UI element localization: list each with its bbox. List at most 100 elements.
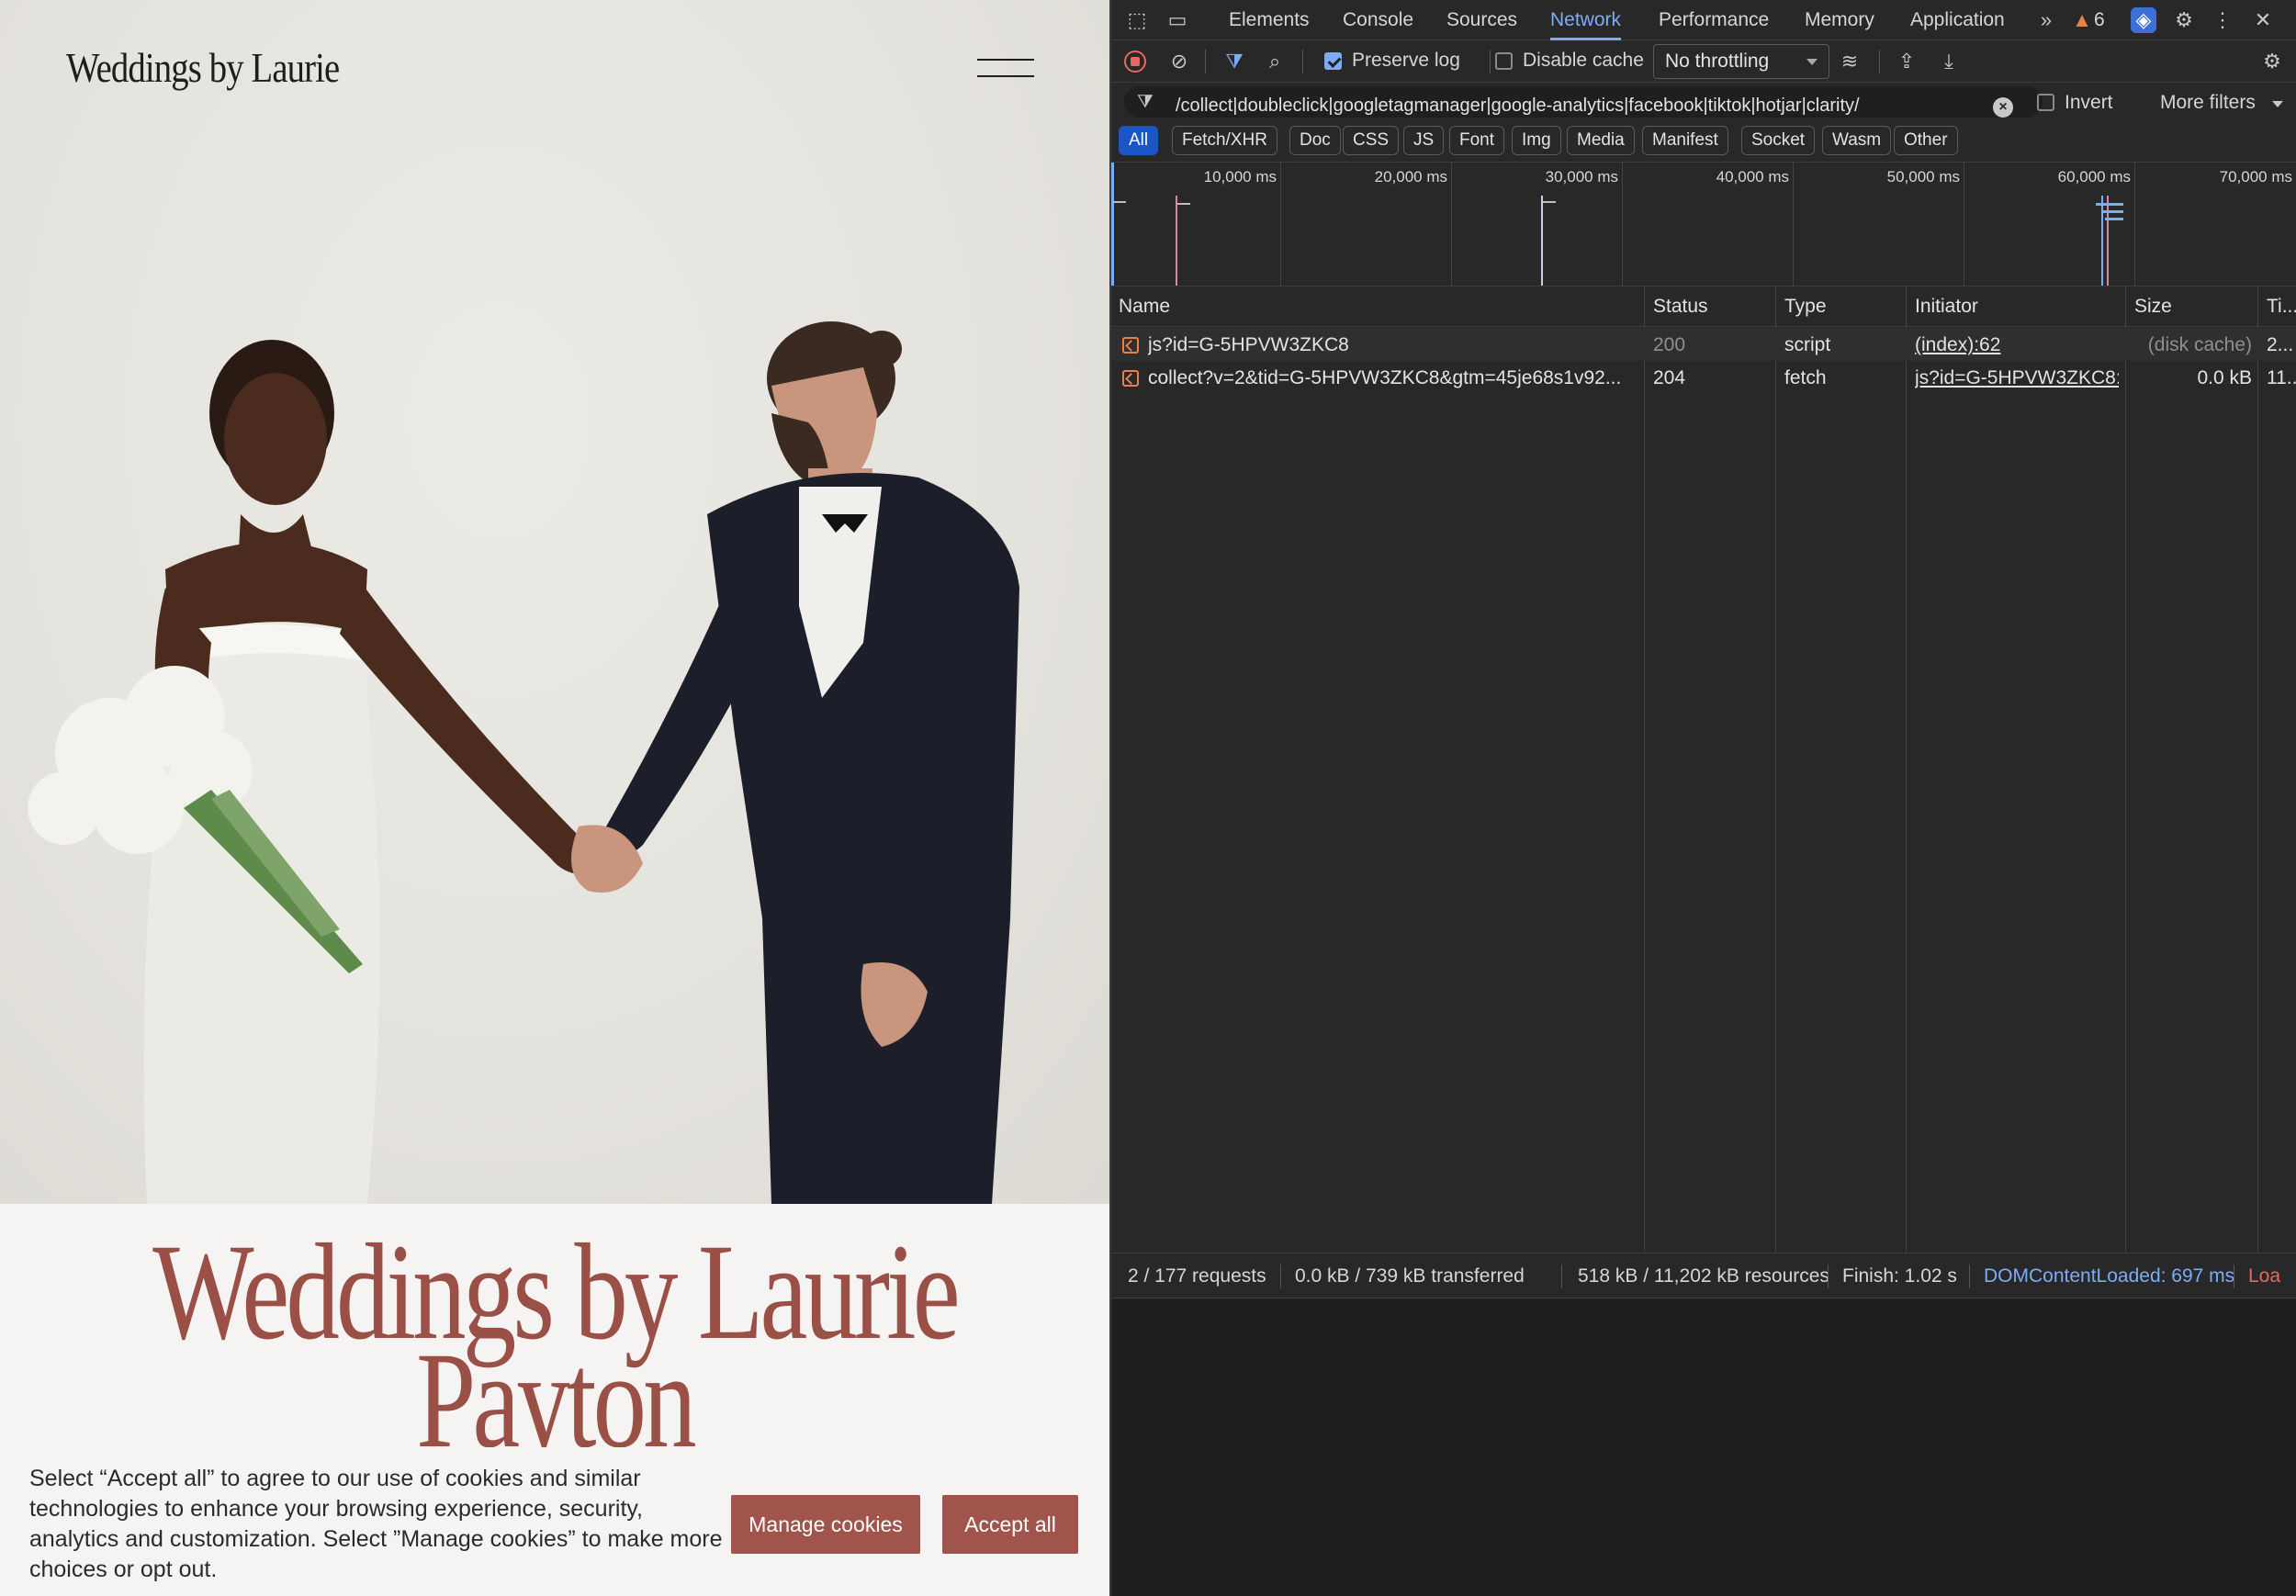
- timeline-request-bar: [2101, 210, 2123, 213]
- devtools-tabbar: ⬚ ▭ Elements Console Sources Network Per…: [1111, 0, 2296, 40]
- column-status[interactable]: Status: [1653, 296, 1708, 318]
- table-row[interactable]: js?id=G-5HPVW3ZKC8 200 script (index):62…: [1111, 328, 2296, 361]
- clear-filter-icon[interactable]: ×: [1993, 97, 2013, 118]
- finish-time: Finish: 1.02 s: [1842, 1265, 1957, 1287]
- close-icon[interactable]: ✕: [2250, 7, 2276, 33]
- request-type: script: [1784, 334, 1831, 355]
- accept-all-button[interactable]: Accept all: [942, 1495, 1078, 1554]
- cookie-banner: Select “Accept all” to agree to our use …: [0, 1447, 1109, 1596]
- request-status: 204: [1653, 367, 1686, 388]
- type-filter-css[interactable]: CSS: [1343, 126, 1400, 155]
- import-har-icon[interactable]: ⇪: [1894, 49, 1919, 74]
- filter-funnel-icon[interactable]: ⧩: [1221, 49, 1247, 74]
- preserve-log-checkbox[interactable]: [1324, 52, 1342, 70]
- transferred-size: 0.0 kB / 739 kB transferred: [1295, 1265, 1525, 1287]
- tab-console[interactable]: Console: [1343, 0, 1413, 40]
- table-row[interactable]: collect?v=2&tid=G-5HPVW3ZKC8&gtm=45je68s…: [1111, 361, 2296, 394]
- tab-memory[interactable]: Memory: [1805, 0, 1874, 40]
- request-type: fetch: [1784, 367, 1827, 388]
- site-logo[interactable]: Weddings by Laurie: [66, 44, 340, 92]
- tab-performance[interactable]: Performance: [1659, 0, 1769, 40]
- request-name: collect?v=2&tid=G-5HPVW3ZKC8&gtm=45je68s…: [1148, 367, 1622, 388]
- request-name: js?id=G-5HPVW3ZKC8: [1148, 334, 1349, 355]
- network-status-bar: 2 / 177 requests 0.0 kB / 739 kB transfe…: [1111, 1253, 2296, 1298]
- type-filter-socket[interactable]: Socket: [1741, 126, 1816, 155]
- column-initiator[interactable]: Initiator: [1915, 296, 1978, 318]
- manage-cookies-button[interactable]: Manage cookies: [731, 1495, 920, 1554]
- inspect-element-icon[interactable]: ⬚: [1124, 7, 1150, 33]
- search-icon[interactable]: ⌕: [1262, 49, 1288, 74]
- filter-row: ⧩ /collect|doubleclick|googletagmanager|…: [1111, 83, 2296, 123]
- preserve-log-label: Preserve log: [1352, 50, 1460, 71]
- column-size[interactable]: Size: [2134, 296, 2172, 318]
- invert-checkbox[interactable]: [2037, 94, 2054, 111]
- timeline-marker: [2101, 196, 2103, 286]
- record-stop-icon[interactable]: [1124, 51, 1146, 73]
- device-toolbar-icon[interactable]: ▭: [1165, 7, 1190, 33]
- hamburger-menu-button[interactable]: [977, 57, 1034, 81]
- timeline-tick-label: 40,000 ms: [1716, 168, 1789, 185]
- warning-icon[interactable]: ▲: [2072, 7, 2092, 33]
- more-tabs-chevron-icon[interactable]: »: [2033, 7, 2059, 33]
- menu-line-icon: [977, 59, 1034, 61]
- tab-elements[interactable]: Elements: [1229, 0, 1310, 40]
- type-filter-js[interactable]: JS: [1403, 126, 1445, 155]
- timeline-tick-label: 30,000 ms: [1545, 168, 1618, 185]
- devtools-empty-area: [1111, 1298, 2296, 1596]
- type-filter-img[interactable]: Img: [1512, 126, 1561, 155]
- type-filter-wasm[interactable]: Wasm: [1822, 126, 1892, 155]
- script-file-icon: [1122, 337, 1139, 354]
- type-filter-manifest[interactable]: Manifest: [1642, 126, 1728, 155]
- devtools-panel: ⬚ ▭ Elements Console Sources Network Per…: [1109, 0, 2296, 1596]
- filter-value: /collect|doubleclick|googletagmanager|go…: [1176, 96, 1860, 116]
- network-settings-icon[interactable]: ⚙: [2259, 49, 2285, 74]
- bride-figure: [28, 340, 606, 1204]
- request-initiator-link[interactable]: (index):62: [1915, 334, 2119, 356]
- tab-sources[interactable]: Sources: [1446, 0, 1517, 40]
- tab-network[interactable]: Network: [1550, 0, 1622, 40]
- request-time: 11...: [2267, 367, 2296, 388]
- column-time[interactable]: Ti...: [2267, 296, 2296, 318]
- groom-figure: [571, 321, 1019, 1204]
- load-time: Loa: [2248, 1265, 2281, 1287]
- hero-headline: Weddings by Laurie Payton: [0, 1223, 1109, 1469]
- type-filter-other[interactable]: Other: [1894, 126, 1958, 155]
- type-filter-all[interactable]: All: [1119, 126, 1159, 155]
- export-har-icon[interactable]: ⤓: [1936, 49, 1962, 74]
- warning-count[interactable]: 6: [2094, 0, 2105, 40]
- request-initiator-link[interactable]: js?id=G-5HPVW3ZKC8:2: [1915, 367, 2119, 389]
- throttling-select[interactable]: No throttling: [1653, 44, 1829, 79]
- settings-gear-icon[interactable]: ⚙: [2171, 7, 2197, 33]
- menu-line-icon: [977, 75, 1034, 77]
- clear-icon[interactable]: ⊘: [1166, 49, 1192, 74]
- type-filter-media[interactable]: Media: [1567, 126, 1635, 155]
- script-file-icon: [1122, 370, 1139, 387]
- more-filters-dropdown[interactable]: More filters: [2160, 92, 2256, 114]
- timeline-tick-label: 10,000 ms: [1203, 168, 1277, 185]
- timeline-request-bar: [2105, 218, 2123, 220]
- type-filter-font[interactable]: Font: [1449, 126, 1505, 155]
- network-conditions-icon[interactable]: ≋: [1837, 49, 1863, 74]
- timeline-request-bar: [1543, 201, 1556, 203]
- timeline-marker: [1176, 196, 1177, 286]
- tab-application[interactable]: Application: [1910, 0, 2005, 40]
- resource-type-filters: All Fetch/XHR Doc CSS JS Font Img Media …: [1111, 123, 2296, 160]
- filter-input[interactable]: ⧩ /collect|doubleclick|googletagmanager|…: [1124, 86, 2043, 118]
- resources-size: 518 kB / 11,202 kB resources: [1578, 1265, 1829, 1287]
- timeline-tick-label: 60,000 ms: [2057, 168, 2131, 185]
- network-overview-timeline[interactable]: 10,000 ms 20,000 ms 30,000 ms 40,000 ms …: [1111, 162, 2296, 287]
- timeline-request-bar: [1113, 201, 1126, 203]
- request-size: 0.0 kB: [2197, 367, 2252, 388]
- timeline-marker: [2107, 196, 2109, 286]
- column-name[interactable]: Name: [1119, 296, 1170, 318]
- type-filter-doc[interactable]: Doc: [1289, 126, 1341, 155]
- request-time: 2...: [2267, 334, 2294, 355]
- chevron-down-icon: [2272, 101, 2283, 107]
- disable-cache-checkbox[interactable]: [1495, 52, 1513, 70]
- kebab-menu-icon[interactable]: ⋮: [2210, 7, 2235, 33]
- invert-label: Invert: [2065, 92, 2113, 113]
- timeline-marker: [1111, 163, 1114, 286]
- copilot-icon[interactable]: ◈: [2131, 7, 2156, 33]
- column-type[interactable]: Type: [1784, 296, 1827, 318]
- type-filter-fetch-xhr[interactable]: Fetch/XHR: [1172, 126, 1277, 155]
